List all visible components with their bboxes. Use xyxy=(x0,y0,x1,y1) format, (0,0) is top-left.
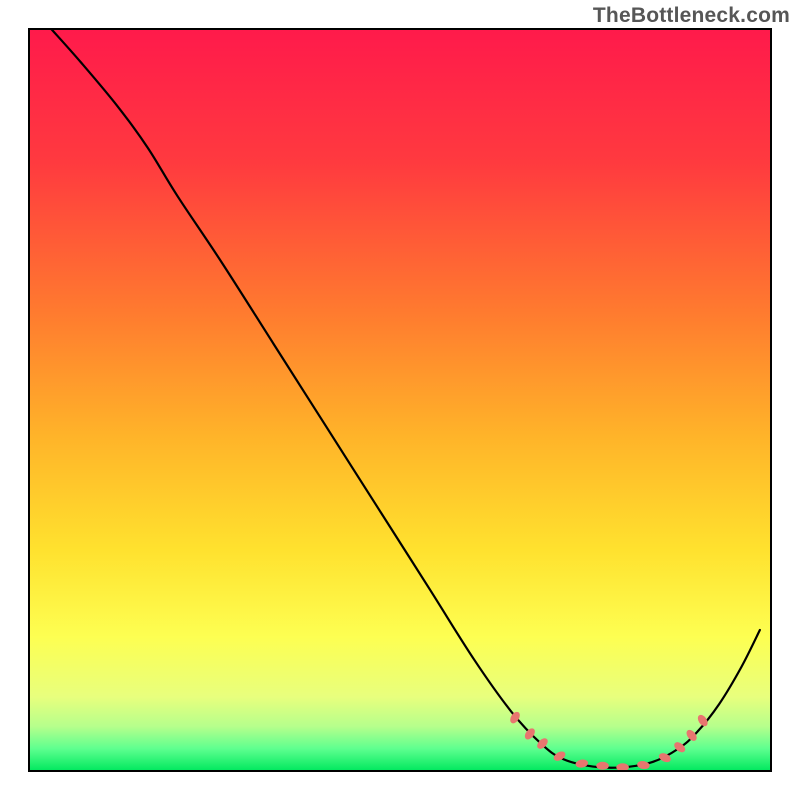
chart-container: TheBottleneck.com xyxy=(0,0,800,800)
attribution-watermark: TheBottleneck.com xyxy=(593,4,790,28)
plot-background xyxy=(29,29,771,771)
curve-marker xyxy=(596,762,609,770)
bottleneck-curve-chart xyxy=(0,0,800,800)
